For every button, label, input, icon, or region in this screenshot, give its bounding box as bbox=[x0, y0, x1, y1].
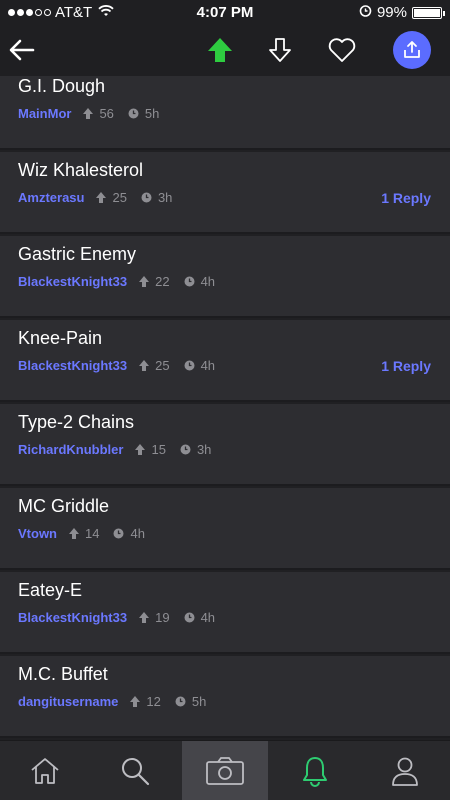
author-link[interactable]: BlackestKnight33 bbox=[18, 610, 127, 625]
comment-title: Gastric Enemy bbox=[18, 244, 137, 264]
back-button[interactable] bbox=[2, 30, 42, 70]
vote-count: 25 bbox=[155, 358, 170, 373]
nav-bar bbox=[0, 24, 450, 76]
bell-icon bbox=[303, 757, 327, 787]
tab-home[interactable] bbox=[0, 741, 90, 800]
person-icon bbox=[392, 757, 418, 786]
comment-age: 3h bbox=[157, 190, 173, 205]
comment-meta: BlackestKnight33 19 4h bbox=[18, 610, 229, 625]
comment-age: 4h bbox=[200, 274, 216, 289]
comment-title: G.I. Dough bbox=[18, 76, 106, 96]
author-link[interactable]: BlackestKnight33 bbox=[18, 358, 127, 373]
battery-percent: 99% bbox=[376, 4, 407, 21]
upvote-arrow-icon bbox=[208, 38, 232, 62]
clock-icon bbox=[141, 192, 152, 203]
comment-meta: Amzterasu 25 3h bbox=[18, 190, 186, 205]
clock-icon bbox=[180, 444, 191, 455]
clock-icon bbox=[184, 276, 195, 287]
author-link[interactable]: Vtown bbox=[18, 526, 57, 541]
vote-count: 25 bbox=[112, 190, 127, 205]
comment-title: Type-2 Chains bbox=[18, 412, 135, 432]
upvote-button[interactable] bbox=[200, 30, 240, 70]
comment-title: Eatey-E bbox=[18, 580, 83, 600]
comment-item[interactable]: Gastric Enemy BlackestKnight33 22 4h bbox=[0, 236, 450, 318]
vote-count: 56 bbox=[99, 106, 114, 121]
vote-count: 15 bbox=[151, 442, 166, 457]
favorite-button[interactable] bbox=[322, 30, 362, 70]
author-link[interactable]: Amzterasu bbox=[18, 190, 84, 205]
search-icon bbox=[122, 758, 150, 786]
author-link[interactable]: RichardKnubbler bbox=[18, 442, 123, 457]
replies-link[interactable]: 1 Reply bbox=[381, 358, 431, 374]
comment-meta: dangitusername 12 5h bbox=[18, 694, 220, 709]
comment-age: 5h bbox=[191, 694, 207, 709]
back-arrow-icon bbox=[9, 39, 35, 61]
upvote-count-icon bbox=[135, 444, 146, 455]
comment-title: Knee-Pain bbox=[18, 328, 103, 348]
upvote-count-icon bbox=[96, 192, 107, 203]
clock-icon bbox=[184, 612, 195, 623]
comment-item[interactable]: Type-2 Chains RichardKnubbler 15 3h bbox=[0, 404, 450, 486]
comment-item[interactable]: Eatey-E BlackestKnight33 19 4h bbox=[0, 572, 450, 654]
comment-meta: Vtown 14 4h bbox=[18, 526, 159, 541]
clock-icon bbox=[113, 528, 124, 539]
comment-title: Wiz Khalesterol bbox=[18, 160, 144, 180]
heart-icon bbox=[328, 38, 356, 62]
tab-search[interactable] bbox=[90, 741, 180, 800]
comment-age: 4h bbox=[130, 526, 145, 541]
comment-meta: BlackestKnight33 22 4h bbox=[18, 274, 229, 289]
comment-title: M.C. Buffet bbox=[18, 664, 108, 684]
comment-item[interactable]: Knee-Pain BlackestKnight33 25 4h 1 Reply bbox=[0, 320, 450, 402]
vote-count: 14 bbox=[85, 526, 100, 541]
upvote-count-icon bbox=[139, 276, 150, 287]
tab-camera[interactable] bbox=[182, 741, 268, 800]
comment-age: 4h bbox=[200, 358, 216, 373]
upvote-count-icon bbox=[83, 108, 94, 119]
tab-bar bbox=[0, 740, 450, 800]
camera-icon bbox=[206, 757, 244, 785]
comment-meta: MainMor 56 5h bbox=[18, 106, 173, 121]
alarm-icon bbox=[359, 4, 372, 21]
replies-link[interactable]: 1 Reply bbox=[381, 190, 431, 206]
author-link[interactable]: dangitusername bbox=[18, 694, 118, 709]
clock-icon bbox=[128, 108, 139, 119]
comment-item[interactable]: MC Griddle Vtown 14 4h bbox=[0, 488, 450, 570]
home-icon bbox=[31, 758, 59, 784]
battery-level bbox=[414, 8, 440, 17]
clock-icon bbox=[184, 360, 195, 371]
downvote-button[interactable] bbox=[260, 30, 300, 70]
clock-icon bbox=[175, 696, 186, 707]
downvote-arrow-icon bbox=[269, 38, 291, 62]
vote-count: 22 bbox=[155, 274, 170, 289]
battery-icon bbox=[412, 6, 445, 19]
comment-meta: RichardKnubbler 15 3h bbox=[18, 442, 225, 457]
share-button[interactable] bbox=[393, 31, 431, 69]
vote-count: 12 bbox=[146, 694, 161, 709]
upvote-count-icon bbox=[139, 360, 150, 371]
tab-profile[interactable] bbox=[360, 741, 450, 800]
upvote-count-icon bbox=[139, 612, 150, 623]
comment-item[interactable]: Wiz Khalesterol Amzterasu 25 3h 1 Reply bbox=[0, 152, 450, 234]
tab-notifications[interactable] bbox=[270, 741, 360, 800]
author-link[interactable]: BlackestKnight33 bbox=[18, 274, 127, 289]
comment-age: 5h bbox=[144, 106, 160, 121]
comment-title: MC Griddle bbox=[18, 496, 110, 516]
comment-item[interactable]: M.C. Buffet dangitusername 12 5h bbox=[0, 656, 450, 738]
upvote-count-icon bbox=[69, 528, 79, 539]
share-icon bbox=[404, 41, 420, 58]
comment-list: G.I. Dough MainMor 56 5h Wiz Khalesterol Amzt… bbox=[0, 76, 450, 740]
comment-meta: BlackestKnight33 25 4h bbox=[18, 358, 229, 373]
status-bar: AT&T 4:07 PM 99% bbox=[0, 0, 450, 24]
vote-count: 19 bbox=[155, 610, 170, 625]
author-link[interactable]: MainMor bbox=[18, 106, 71, 121]
status-right: 99% bbox=[359, 4, 445, 21]
comment-item[interactable]: G.I. Dough MainMor 56 5h bbox=[0, 76, 450, 150]
app-screen: AT&T 4:07 PM 99% G.I. Dough MainMor 56 5… bbox=[0, 0, 450, 800]
upvote-count-icon bbox=[130, 696, 141, 707]
comment-age: 3h bbox=[196, 442, 212, 457]
comment-age: 4h bbox=[200, 610, 216, 625]
